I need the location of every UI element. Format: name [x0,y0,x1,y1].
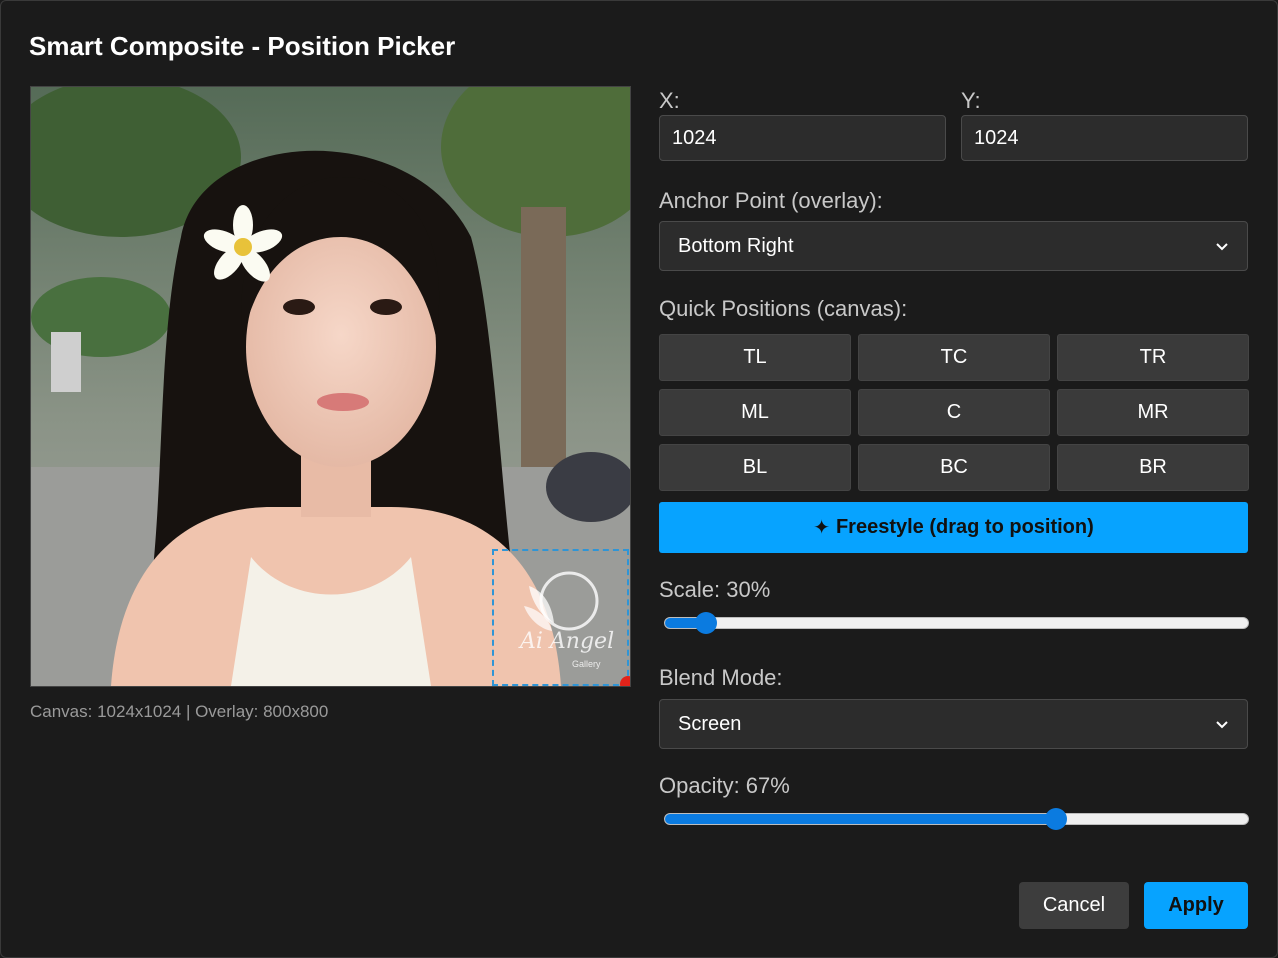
scale-label: Scale: 30% [659,577,771,602]
y-input[interactable]: 1024 [961,115,1248,161]
overlay-watermark-text: Ai Angel [520,629,615,654]
canvas-preview[interactable]: Ai Angel Gallery [30,86,631,687]
anchor-label: Anchor Point (overlay): [659,188,883,213]
x-input[interactable]: 1024 [659,115,946,161]
opacity-slider-fill [665,814,1056,824]
canvas-info: Canvas: 1024x1024 | Overlay: 800x800 [30,702,329,721]
quick-bc-button[interactable]: BC [858,444,1050,491]
blend-mode-select[interactable]: Screen [659,699,1248,749]
anchor-select[interactable]: Bottom Right [659,221,1248,271]
position-picker-dialog: Smart Composite - Position Picker Ai Ang… [0,0,1278,958]
x-label: X: [659,88,680,113]
quick-positions-label: Quick Positions (canvas): [659,296,908,321]
overlay-watermark-subtext: Gallery [572,659,601,669]
opacity-label: Opacity: 67% [659,773,790,798]
cancel-button[interactable]: Cancel [1019,882,1129,929]
quick-positions-grid: TL TC TR ML C MR BL BC BR [659,334,1249,491]
chevron-down-icon [1216,721,1228,729]
blend-mode-label: Blend Mode: [659,665,783,690]
opacity-slider[interactable] [664,808,1249,830]
chevron-down-icon [1216,243,1228,251]
quick-mr-button[interactable]: MR [1057,389,1249,436]
freestyle-label: Freestyle (drag to position) [835,516,1094,538]
quick-br-button[interactable]: BR [1057,444,1249,491]
overlay-drag-handle[interactable] [620,676,630,686]
blend-mode-value: Screen [678,712,742,735]
overlay-placement-box[interactable]: Ai Angel Gallery [492,549,629,686]
dialog-title: Smart Composite - Position Picker [29,31,456,61]
quick-tl-button[interactable]: TL [659,334,851,381]
quick-bl-button[interactable]: BL [659,444,851,491]
quick-tr-button[interactable]: TR [1057,334,1249,381]
quick-tc-button[interactable]: TC [858,334,1050,381]
opacity-slider-thumb[interactable] [1044,808,1067,830]
y-label: Y: [961,88,981,113]
scale-slider[interactable] [664,612,1249,634]
quick-ml-button[interactable]: ML [659,389,851,436]
freestyle-button[interactable]: ✦ Freestyle (drag to position) [659,502,1248,553]
anchor-select-value: Bottom Right [678,234,794,257]
sparkle-icon: ✦ [813,517,830,539]
apply-button[interactable]: Apply [1144,882,1248,929]
quick-c-button[interactable]: C [858,389,1050,436]
scale-slider-thumb[interactable] [694,612,717,634]
angel-logo-icon [524,571,599,631]
